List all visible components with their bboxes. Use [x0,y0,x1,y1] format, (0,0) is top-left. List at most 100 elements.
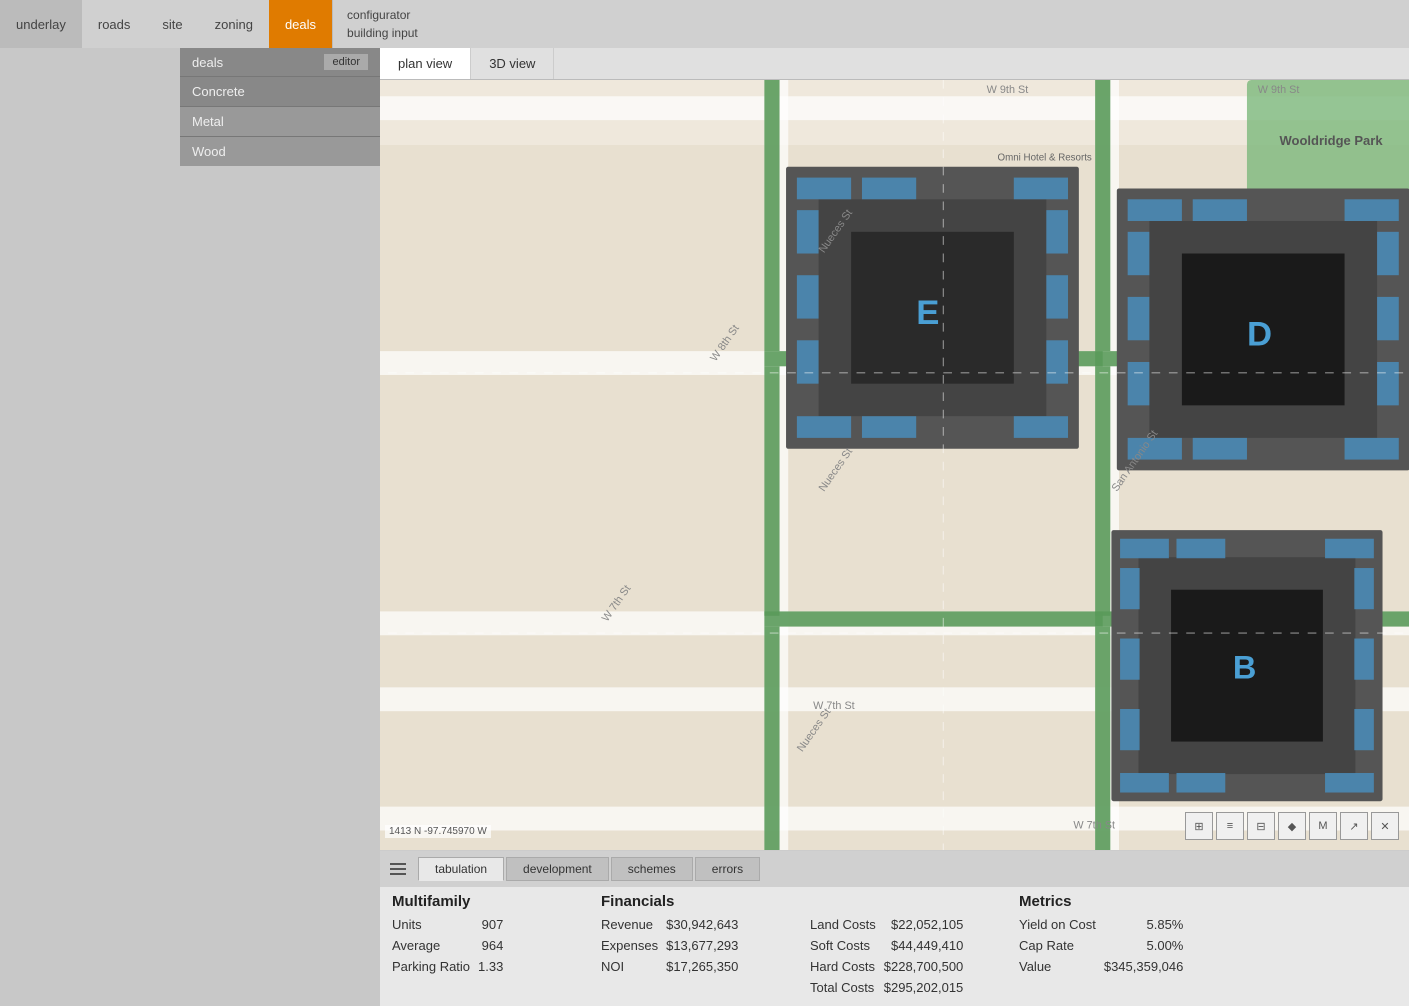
dropdown-item-wood[interactable]: Wood [180,136,380,166]
map-ctrl-m[interactable]: M [1309,812,1337,840]
view-tabs: plan view 3D view [380,48,1409,80]
soft-costs-label: Soft Costs [810,935,884,956]
left-sidebar [0,48,380,1006]
financials-section: Financials Revenue $30,942,643 Expenses … [601,893,801,977]
dropdown-header: deals editor [180,48,380,76]
land-costs-label: Land Costs [810,914,884,935]
table-row: Revenue $30,942,643 [601,914,754,935]
expenses-value: $13,677,293 [666,935,754,956]
average-value: 964 [478,935,519,956]
nav-configurator[interactable]: configurator [347,6,418,24]
multifamily-section: Multifamily Units 907 Average 964 Parkin… [392,893,592,977]
table-row: Average 964 [392,935,519,956]
metrics-title: Metrics [1019,893,1199,910]
dropdown-item-metal[interactable]: Metal [180,106,380,136]
nav-roads[interactable]: roads [82,0,147,48]
nav-deals[interactable]: deals [269,0,332,48]
map-svg: E [380,80,1409,850]
costs-table: Land Costs $22,052,105 Soft Costs $44,44… [810,914,979,998]
property-value-value: $345,359,046 [1104,956,1200,977]
metrics-table: Yield on Cost 5.85% Cap Rate 5.00% Value… [1019,914,1199,977]
average-label: Average [392,935,478,956]
table-row: Expenses $13,677,293 [601,935,754,956]
units-label: Units [392,914,478,935]
financials-table: Revenue $30,942,643 Expenses $13,677,293… [601,914,754,977]
svg-text:W 7th St: W 7th St [1073,819,1115,831]
table-row: Value $345,359,046 [1019,956,1199,977]
noi-value: $17,265,350 [666,956,754,977]
map-area[interactable]: E [380,80,1409,850]
financials-title: Financials [601,893,781,910]
expenses-label: Expenses [601,935,666,956]
tab-development[interactable]: development [506,857,609,881]
svg-text:Omni Hotel & Resorts: Omni Hotel & Resorts [998,152,1092,163]
caprate-value: 5.00% [1104,935,1200,956]
nav-zoning[interactable]: zoning [199,0,269,48]
bottom-tabs-bar: tabulation development schemes errors [380,851,1409,887]
hard-costs-label: Hard Costs [810,956,884,977]
table-row: Soft Costs $44,449,410 [810,935,979,956]
deals-dropdown: deals editor Concrete Metal Wood [180,48,380,166]
parking-value: 1.33 [478,956,519,977]
map-controls: ⊞ ≡ ⊟ ◆ M ↗ ✕ [1185,812,1399,840]
table-row: Units 907 [392,914,519,935]
property-value-label: Value [1019,956,1104,977]
table-row: Cap Rate 5.00% [1019,935,1199,956]
editor-button[interactable]: editor [324,54,368,70]
svg-text:W 7th St: W 7th St [813,700,855,712]
multifamily-title: Multifamily [392,893,572,910]
tab-plan-view[interactable]: plan view [380,48,471,79]
bottom-data-area: Multifamily Units 907 Average 964 Parkin… [380,887,1409,1006]
tab-tabulation[interactable]: tabulation [418,857,504,881]
svg-text:W 9th St: W 9th St [1258,84,1300,96]
soft-costs-value: $44,449,410 [884,935,980,956]
table-row: Land Costs $22,052,105 [810,914,979,935]
bottom-panel: tabulation development schemes errors Mu… [380,850,1409,1006]
costs-section: Land Costs $22,052,105 Soft Costs $44,44… [810,893,1010,998]
revenue-value: $30,942,643 [666,914,754,935]
svg-text:D: D [1247,316,1272,354]
right-content: plan view 3D view [380,48,1409,1006]
table-row: Hard Costs $228,700,500 [810,956,979,977]
svg-text:Wooldridge Park: Wooldridge Park [1280,133,1384,148]
hard-costs-value: $228,700,500 [884,956,980,977]
revenue-label: Revenue [601,914,666,935]
land-costs-value: $22,052,105 [884,914,980,935]
nav-right-group: configurator building input [332,0,432,48]
svg-text:E: E [916,294,939,332]
hamburger-menu[interactable] [384,855,412,883]
svg-text:W 9th St: W 9th St [987,84,1029,96]
total-costs-value: $295,202,015 [884,977,980,998]
nav-site[interactable]: site [146,0,198,48]
table-row: Yield on Cost 5.85% [1019,914,1199,935]
map-ctrl-diamond[interactable]: ◆ [1278,812,1306,840]
tab-errors[interactable]: errors [695,857,760,881]
map-ctrl-grid[interactable]: ⊟ [1247,812,1275,840]
map-ctrl-table[interactable]: ⊞ [1185,812,1213,840]
parking-label: Parking Ratio [392,956,478,977]
units-value: 907 [478,914,519,935]
metrics-section: Metrics Yield on Cost 5.85% Cap Rate 5.0… [1019,893,1219,977]
total-costs-label: Total Costs [810,977,884,998]
yield-label: Yield on Cost [1019,914,1104,935]
main-layout: plan view 3D view [0,48,1409,1006]
map-ctrl-close[interactable]: ✕ [1371,812,1399,840]
top-nav: underlay roads site zoning deals configu… [0,0,1409,48]
yield-value: 5.85% [1104,914,1200,935]
table-row: Parking Ratio 1.33 [392,956,519,977]
map-ctrl-list[interactable]: ≡ [1216,812,1244,840]
noi-label: NOI [601,956,666,977]
caprate-label: Cap Rate [1019,935,1104,956]
svg-text:B: B [1233,650,1256,686]
table-row: NOI $17,265,350 [601,956,754,977]
nav-underlay[interactable]: underlay [0,0,82,48]
nav-building-input[interactable]: building input [347,24,418,42]
dropdown-item-concrete[interactable]: Concrete [180,76,380,106]
table-row: Total Costs $295,202,015 [810,977,979,998]
tab-3d-view[interactable]: 3D view [471,48,554,79]
multifamily-table: Units 907 Average 964 Parking Ratio 1.33 [392,914,519,977]
map-coordinates: 1413 N -97.745970 W [385,825,491,838]
costs-title-spacer [810,893,990,910]
map-ctrl-expand[interactable]: ↗ [1340,812,1368,840]
tab-schemes[interactable]: schemes [611,857,693,881]
